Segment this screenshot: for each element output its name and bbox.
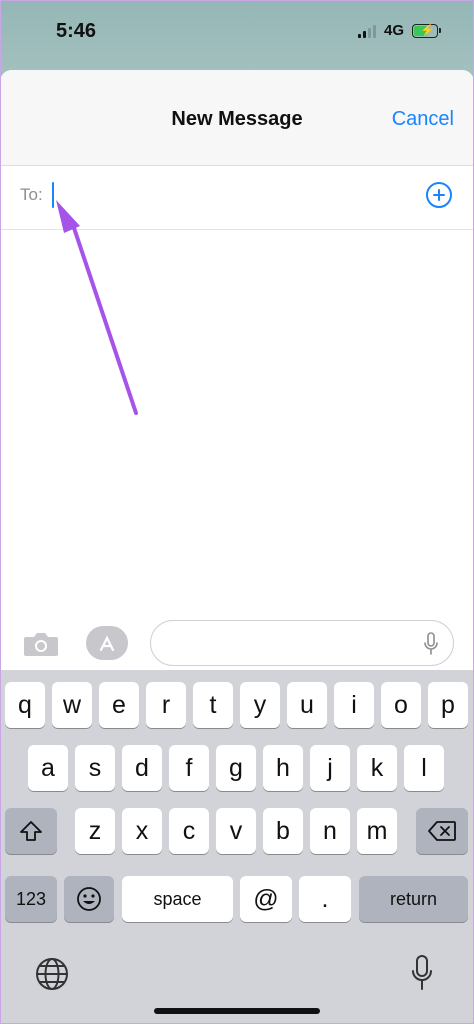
return-key[interactable]: return bbox=[359, 876, 468, 922]
key-t[interactable]: t bbox=[193, 682, 233, 728]
emoji-key[interactable] bbox=[64, 876, 114, 922]
key-l[interactable]: l bbox=[404, 745, 444, 791]
globe-icon[interactable] bbox=[34, 956, 70, 992]
battery-icon: ⚡ bbox=[412, 23, 441, 38]
key-b[interactable]: b bbox=[263, 808, 303, 854]
status-indicators: 4G ⚡ bbox=[357, 22, 441, 39]
key-h[interactable]: h bbox=[263, 745, 303, 791]
delete-key[interactable] bbox=[416, 808, 468, 854]
camera-icon[interactable] bbox=[22, 630, 60, 658]
microphone-icon[interactable] bbox=[410, 954, 434, 992]
key-g[interactable]: g bbox=[216, 745, 256, 791]
key-n[interactable]: n bbox=[310, 808, 350, 854]
key-i[interactable]: i bbox=[334, 682, 374, 728]
key-d[interactable]: d bbox=[122, 745, 162, 791]
message-composer bbox=[0, 620, 474, 670]
emoji-icon bbox=[77, 887, 101, 911]
recipient-row: To: bbox=[0, 166, 474, 230]
shift-icon bbox=[20, 821, 42, 841]
home-indicator bbox=[154, 1008, 320, 1014]
key-p[interactable]: p bbox=[428, 682, 468, 728]
network-type: 4G bbox=[383, 22, 404, 39]
plus-circle-icon[interactable] bbox=[426, 182, 452, 208]
text-cursor bbox=[52, 182, 54, 208]
key-u[interactable]: u bbox=[287, 682, 327, 728]
key-r[interactable]: r bbox=[146, 682, 186, 728]
app-store-icon[interactable] bbox=[86, 626, 128, 660]
keyboard: q w e r t y u i o p a s d f g h j k l z … bbox=[0, 670, 474, 1024]
to-label: To: bbox=[20, 185, 43, 204]
key-j[interactable]: j bbox=[310, 745, 350, 791]
status-time: 5:46 bbox=[56, 20, 97, 42]
key-s[interactable]: s bbox=[75, 745, 115, 791]
key-o[interactable]: o bbox=[381, 682, 421, 728]
message-input[interactable] bbox=[150, 620, 454, 666]
recipient-input[interactable] bbox=[50, 182, 410, 210]
key-w[interactable]: w bbox=[52, 682, 92, 728]
key-f[interactable]: f bbox=[169, 745, 209, 791]
shift-key[interactable] bbox=[5, 808, 57, 854]
navigation-bar: New Message Cancel bbox=[0, 70, 474, 166]
key-e[interactable]: e bbox=[99, 682, 139, 728]
cellular-signal-icon bbox=[357, 24, 376, 38]
key-m[interactable]: m bbox=[357, 808, 397, 854]
backspace-icon bbox=[428, 821, 456, 841]
microphone-icon[interactable] bbox=[423, 632, 439, 656]
key-z[interactable]: z bbox=[75, 808, 115, 854]
key-c[interactable]: c bbox=[169, 808, 209, 854]
numbers-key[interactable]: 123 bbox=[5, 876, 57, 922]
period-key[interactable]: . bbox=[299, 876, 351, 922]
key-y[interactable]: y bbox=[240, 682, 280, 728]
key-v[interactable]: v bbox=[216, 808, 256, 854]
key-x[interactable]: x bbox=[122, 808, 162, 854]
at-key[interactable]: @ bbox=[240, 876, 292, 922]
key-k[interactable]: k bbox=[357, 745, 397, 791]
key-a[interactable]: a bbox=[28, 745, 68, 791]
cancel-button[interactable]: Cancel bbox=[392, 108, 454, 131]
key-q[interactable]: q bbox=[5, 682, 45, 728]
space-key[interactable]: space bbox=[122, 876, 233, 922]
